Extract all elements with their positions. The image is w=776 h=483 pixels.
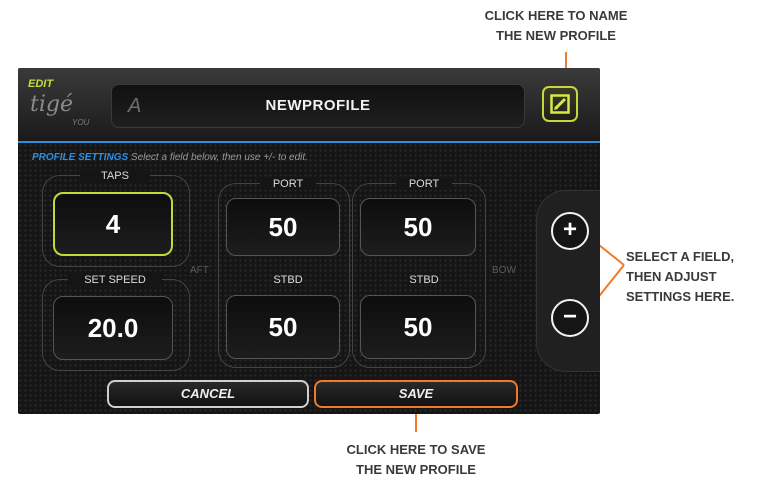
aft-port-label: PORT <box>260 178 316 190</box>
profile-edit-screen: EDIT tigé YOU A NEWPROFILE PROFILE SETTI… <box>18 68 600 414</box>
callout-name-profile: CLICK HERE TO NAME THE NEW PROFILE <box>484 8 628 43</box>
minus-circle-icon[interactable]: − <box>551 299 589 337</box>
settings-hint: Select a field below, then use +/- to ed… <box>130 152 308 163</box>
aft-label: AFT <box>190 265 209 276</box>
settings-instructions: PROFILE SETTINGS Select a field below, t… <box>32 152 308 163</box>
callout-save-profile: CLICK HERE TO SAVE THE NEW PROFILE <box>346 442 486 477</box>
brand-logo: tigé <box>30 92 73 117</box>
set-speed-field[interactable]: 20.0 <box>53 296 173 360</box>
profile-settings-label: PROFILE SETTINGS <box>32 152 129 163</box>
cancel-button[interactable]: CANCEL <box>107 380 309 408</box>
taps-label: TAPS <box>80 170 150 182</box>
profile-name-text: NEWPROFILE <box>265 97 371 114</box>
set-speed-label: SET SPEED <box>68 274 162 286</box>
profile-name-field[interactable]: A NEWPROFILE <box>111 84 525 128</box>
bow-stbd-label: STBD <box>409 274 439 286</box>
plus-circle-icon[interactable]: + <box>551 212 589 250</box>
aft-port-field[interactable]: 50 <box>226 198 340 256</box>
bow-stbd-field[interactable]: 50 <box>360 295 476 359</box>
bow-port-label: PORT <box>396 178 452 190</box>
edit-name-button[interactable] <box>542 86 578 122</box>
aft-stbd-label: STBD <box>273 274 303 286</box>
aft-stbd-field[interactable]: 50 <box>226 295 340 359</box>
edit-pencil-icon <box>550 94 570 114</box>
bow-port-field[interactable]: 50 <box>360 198 476 256</box>
brand-sub-label: YOU <box>72 118 90 127</box>
edit-mode-tag: EDIT <box>28 78 54 90</box>
taps-field[interactable]: 4 <box>53 192 173 256</box>
header-divider <box>18 141 600 143</box>
bow-label: BOW <box>492 265 516 276</box>
callout-adjust-settings: SELECT A FIELD, THEN ADJUST SETTINGS HER… <box>626 249 735 304</box>
save-button[interactable]: SAVE <box>314 380 518 408</box>
header-bar: EDIT tigé YOU A NEWPROFILE <box>18 68 600 141</box>
